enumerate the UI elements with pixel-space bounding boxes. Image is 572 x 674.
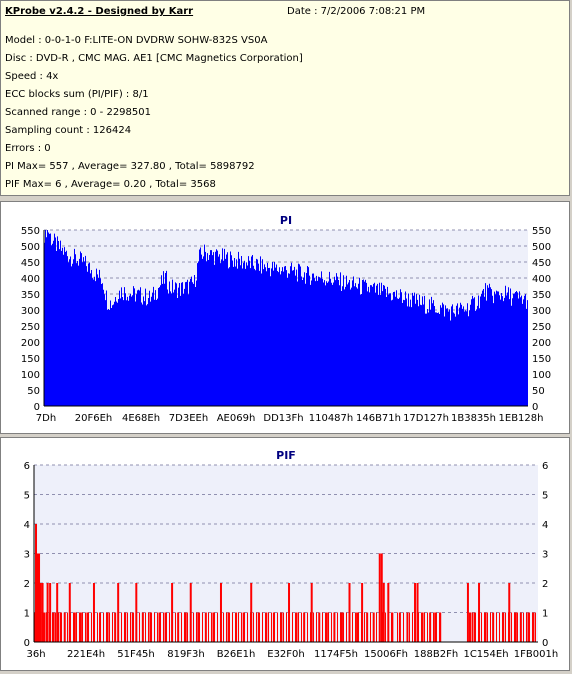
y-tick-label-left: 150 bbox=[21, 354, 40, 365]
x-tick-label: 15006Fh bbox=[364, 649, 408, 660]
x-tick-label: 110487h bbox=[309, 413, 354, 424]
y-tick-label-right: 1 bbox=[542, 609, 548, 620]
pi-summary-line: PI Max= 557 , Average= 327.80 , Total= 5… bbox=[5, 161, 255, 172]
disc-line: Disc : DVD-R , CMC MAG. AE1 [CMC Magneti… bbox=[5, 53, 303, 64]
errors-line: Errors : 0 bbox=[5, 143, 51, 154]
model-line: Model : 0-0-1-0 F:LITE-ON DVDRW SOHW-832… bbox=[5, 35, 268, 46]
x-tick-label: 51F45h bbox=[117, 649, 155, 660]
pif-summary-line: PIF Max= 6 , Average= 0.20 , Total= 3568 bbox=[5, 179, 216, 190]
x-tick-label: DD13Fh bbox=[263, 413, 303, 424]
y-tick-label-right: 200 bbox=[532, 338, 551, 349]
app-title: KProbe v2.4.2 - Designed by Karr bbox=[5, 6, 194, 17]
x-tick-label: 819F3h bbox=[167, 649, 205, 660]
y-tick-label-left: 350 bbox=[21, 290, 40, 301]
y-tick-label-right: 500 bbox=[532, 242, 551, 253]
y-tick-label-right: 400 bbox=[532, 274, 551, 285]
y-tick-label-left: 450 bbox=[21, 258, 40, 269]
x-tick-label: 1C154Eh bbox=[463, 649, 508, 660]
pif-chart-panel: PIF 0 0 1 1 2 2 3 3 4 4 5 5 6 6 36h 221E4h 51F45h 819F3h B2… bbox=[0, 437, 570, 671]
x-tick-label: 20F6Eh bbox=[75, 413, 113, 424]
y-tick-label-left: 1 bbox=[24, 609, 30, 620]
y-tick-label-left: 5 bbox=[24, 491, 30, 502]
y-tick-label-left: 3 bbox=[24, 550, 30, 561]
scan-date: Date : 7/2/2006 7:08:21 PM bbox=[287, 6, 426, 17]
pi-chart: PI 0 0 50 50 100 100 150 150 200 200 250 250 300 300 35… bbox=[21, 214, 551, 424]
x-tick-label: E32F0h bbox=[267, 649, 305, 660]
y-tick-label-left: 4 bbox=[24, 520, 30, 531]
x-tick-label: 7Dh bbox=[36, 413, 56, 424]
y-tick-label-right: 350 bbox=[532, 290, 551, 301]
x-tick-label: 17D127h bbox=[403, 413, 449, 424]
y-tick-label-left: 100 bbox=[21, 370, 40, 381]
y-tick-label-right: 300 bbox=[532, 306, 551, 317]
chart-title: PIF bbox=[276, 449, 296, 462]
y-tick-label-left: 2 bbox=[24, 579, 30, 590]
x-tick-label: AE069h bbox=[217, 413, 256, 424]
info-panel: KProbe v2.4.2 - Designed by Karr Date : … bbox=[0, 0, 570, 196]
x-tick-label: 4E68Eh bbox=[122, 413, 160, 424]
x-tick-label: 188B2Fh bbox=[414, 649, 458, 660]
ecc-line: ECC blocks sum (PI/PIF) : 8/1 bbox=[5, 89, 149, 100]
pif-chart: PIF 0 0 1 1 2 2 3 3 4 4 5 5 6 6 36h 221E4h 51F45h 819F3h B2… bbox=[24, 449, 559, 660]
y-tick-label-left: 500 bbox=[21, 242, 40, 253]
x-tick-label: 7D3EEh bbox=[169, 413, 208, 424]
pi-chart-panel: PI 0 0 50 50 100 100 150 150 200 200 250 250 300 300 35… bbox=[0, 201, 570, 434]
sampling-line: Sampling count : 126424 bbox=[5, 125, 132, 136]
x-tick-label: 221E4h bbox=[67, 649, 105, 660]
y-tick-label-left: 200 bbox=[21, 338, 40, 349]
y-tick-label-right: 2 bbox=[542, 579, 548, 590]
x-tick-label: B26E1h bbox=[217, 649, 256, 660]
y-tick-label-left: 50 bbox=[27, 386, 40, 397]
y-tick-label-left: 0 bbox=[34, 402, 40, 413]
x-tick-label: 1EB128h bbox=[499, 413, 544, 424]
y-tick-label-right: 100 bbox=[532, 370, 551, 381]
y-tick-label-right: 0 bbox=[542, 638, 548, 649]
y-tick-label-right: 0 bbox=[532, 402, 538, 413]
y-tick-label-left: 0 bbox=[24, 638, 30, 649]
x-tick-label: 1FB001h bbox=[514, 649, 558, 660]
y-tick-label-right: 550 bbox=[532, 226, 551, 237]
y-tick-label-right: 3 bbox=[542, 550, 548, 561]
y-tick-label-right: 4 bbox=[542, 520, 548, 531]
y-tick-label-left: 400 bbox=[21, 274, 40, 285]
y-tick-label-right: 250 bbox=[532, 322, 551, 333]
y-tick-label-left: 6 bbox=[24, 461, 30, 472]
y-tick-label-right: 6 bbox=[542, 461, 548, 472]
y-tick-label-left: 550 bbox=[21, 226, 40, 237]
x-tick-label: 1174F5h bbox=[314, 649, 358, 660]
x-tick-label: 36h bbox=[26, 649, 45, 660]
chart-title: PI bbox=[280, 214, 292, 227]
y-tick-label-right: 50 bbox=[532, 386, 545, 397]
range-line: Scanned range : 0 - 2298501 bbox=[5, 107, 151, 118]
x-tick-label: 1B3835h bbox=[451, 413, 496, 424]
y-tick-label-left: 300 bbox=[21, 306, 40, 317]
y-tick-label-right: 150 bbox=[532, 354, 551, 365]
speed-line: Speed : 4x bbox=[5, 71, 59, 82]
y-tick-label-left: 250 bbox=[21, 322, 40, 333]
y-tick-label-right: 5 bbox=[542, 491, 548, 502]
y-tick-label-right: 450 bbox=[532, 258, 551, 269]
x-tick-label: 146B71h bbox=[356, 413, 401, 424]
